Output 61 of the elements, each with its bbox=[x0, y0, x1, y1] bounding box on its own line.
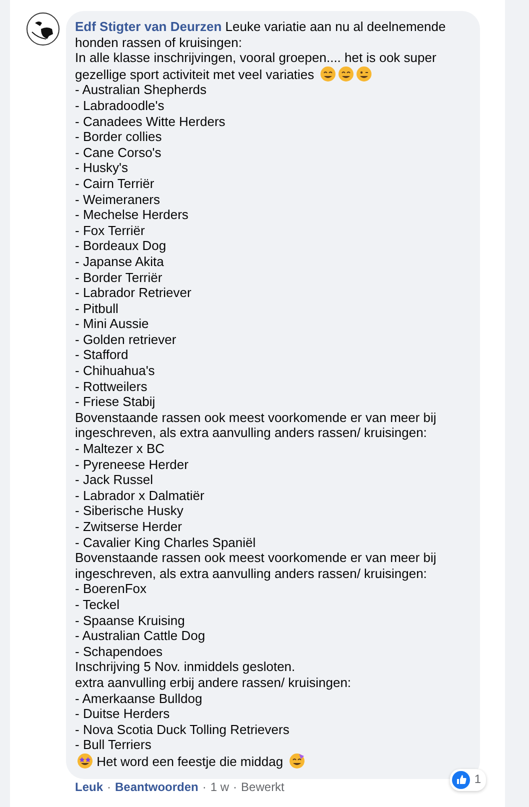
comment-line: - Friese Stabij bbox=[75, 394, 156, 410]
comment-line: - Pyreneese Herder bbox=[75, 456, 190, 472]
comment-line: - Border Terriër bbox=[75, 270, 164, 286]
comment-line: - Weimeraners bbox=[75, 192, 162, 208]
separator-dot: · bbox=[233, 780, 238, 794]
comment-text: In alle klasse inschrijvingen, vooral groepen.... het is ook super gezellige sport activiteit met veel variaties bbox=[75, 50, 438, 82]
comment-line: Het word een feestje die middag bbox=[96, 754, 284, 769]
comment-line: - Japanse Akita bbox=[75, 254, 165, 270]
comment-text: Edf Stigter van Deurzen Leuke variatie aan nu al deelnemende honden rassen of kruisingen: bbox=[75, 19, 447, 50]
meta-link[interactable]: Bewerkt bbox=[241, 780, 284, 794]
comment-line: Bovenstaande rassen ook meest voorkomende er van meer bij ingeschreven, als extra aanvulling anders rassen/ kruisingen: bbox=[75, 550, 438, 582]
comment-line: - Schapendoes bbox=[75, 644, 164, 660]
comment-line: - Bordeaux Dog bbox=[75, 238, 168, 254]
comment-line: - Amerkaanse Bulldog bbox=[75, 690, 204, 706]
comment-line: - Canadees Witte Herders bbox=[75, 114, 226, 130]
comment-line: - Rottweilers bbox=[75, 378, 148, 394]
comment-line: - Stafford bbox=[75, 347, 130, 364]
comment-line: - Labrador x Dalmatiër bbox=[75, 488, 206, 504]
reaction-badge[interactable]: 1 bbox=[450, 768, 486, 790]
comment-line: - Fox Terriër bbox=[75, 222, 146, 238]
comment-line: Inschrijving 5 Nov. inmiddels gesloten. bbox=[75, 659, 296, 675]
comment-line: - Bull Terriers bbox=[75, 737, 152, 753]
comment-line: - Pitbull bbox=[75, 300, 120, 316]
avatar[interactable] bbox=[26, 12, 60, 46]
party-face-icon bbox=[288, 752, 305, 769]
comment-line: - Husky's bbox=[75, 160, 130, 176]
comment-line: extra aanvulling erbij andere rassen/ kruisingen: bbox=[75, 674, 352, 691]
comment-line: - Labrador Retriever bbox=[75, 285, 192, 301]
comment-line: - Golden retriever bbox=[75, 332, 178, 348]
comment-line: - Siberische Husky bbox=[75, 503, 184, 519]
comment-line: - Zwitserse Herder bbox=[75, 519, 183, 535]
comment-line: - Australian Shepherds bbox=[75, 82, 208, 98]
comment-line: - Chihuahua's bbox=[75, 363, 156, 379]
comment-line: - Border collies bbox=[75, 129, 163, 145]
reaction-count: 1 bbox=[474, 772, 481, 788]
action-link[interactable]: Beantwoorden bbox=[115, 780, 198, 794]
separator-dot: · bbox=[202, 780, 206, 794]
grinning-face-icon bbox=[320, 66, 336, 82]
meta-link[interactable]: 1 w bbox=[210, 780, 230, 794]
comment-line: - Cavalier King Charles Spaniël bbox=[75, 534, 257, 550]
comment-line: - Nova Scotia Duck Tolling Retrievers bbox=[75, 722, 290, 738]
comment-line: - BoerenFox bbox=[75, 581, 148, 597]
comment-line: - Mini Aussie bbox=[75, 316, 150, 332]
comment-line: - Labradoodle's bbox=[75, 98, 166, 114]
comment-line: - Duitse Herders bbox=[75, 706, 171, 722]
comment-line: - Cane Corso's bbox=[75, 144, 162, 160]
comment-line: Bovenstaande rassen ook meest voorkomende er van meer bij ingeschreven, als extra aanvulling anders rassen/ kruisingen: bbox=[75, 410, 438, 442]
action-link[interactable]: Leuk bbox=[75, 780, 104, 794]
like-icon bbox=[452, 770, 470, 788]
author-name-link[interactable]: Edf Stigter van Deurzen bbox=[75, 19, 222, 34]
comment-line: - Jack Russel bbox=[75, 472, 154, 488]
star-eyes-face-icon bbox=[77, 752, 93, 769]
comment-line: - Maltezer x BC bbox=[75, 441, 166, 457]
winking-face-icon bbox=[356, 66, 372, 82]
comment-line: - Teckel bbox=[75, 596, 121, 613]
comment-line: - Australian Cattle Dog bbox=[75, 628, 206, 644]
separator-dot: · bbox=[107, 780, 112, 794]
comment-line: - Cairn Terriër bbox=[75, 176, 156, 192]
comment-line: - Spaanse Kruising bbox=[75, 612, 186, 628]
laughing-face-icon bbox=[338, 66, 354, 82]
comment-line: - Mechelse Herders bbox=[75, 207, 190, 223]
